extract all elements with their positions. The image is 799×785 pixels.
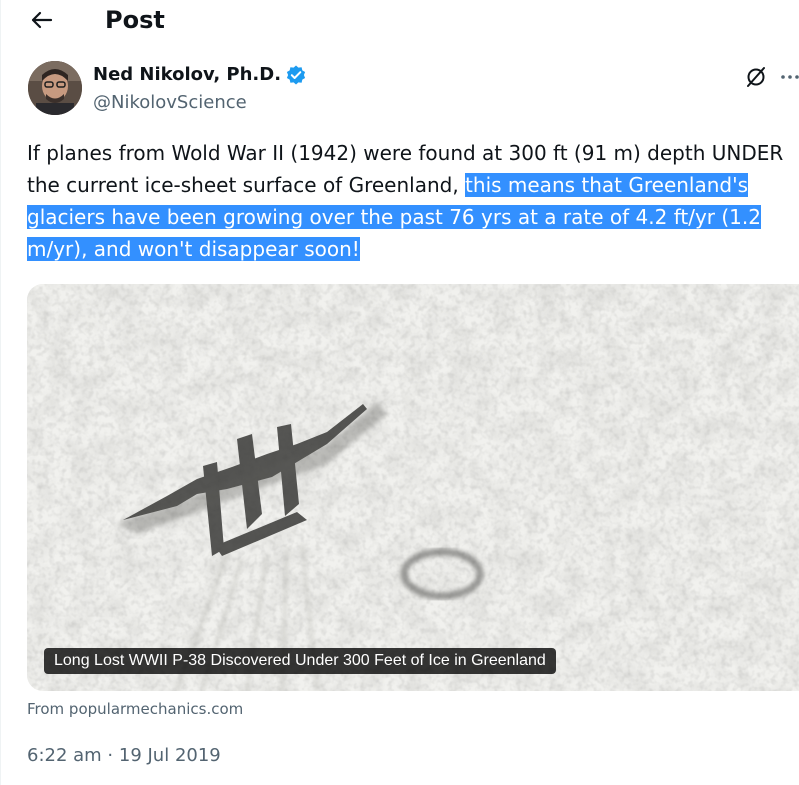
post-timestamp[interactable]: 6:22 am · 19 Jul 2019: [27, 743, 221, 769]
media-card[interactable]: Long Lost WWII P-38 Discovered Under 300…: [27, 284, 799, 691]
link-source[interactable]: From popularmechanics.com: [27, 699, 243, 719]
grok-icon[interactable]: [743, 64, 769, 90]
page-title: Post: [105, 6, 165, 34]
post-header: Post: [0, 0, 799, 44]
tweet-text: If planes from Wold War II (1942) were f…: [27, 137, 799, 265]
author-handle[interactable]: @NikolovScience: [93, 91, 247, 115]
media-caption: Long Lost WWII P-38 Discovered Under 300…: [44, 648, 556, 674]
verified-badge-icon[interactable]: [285, 64, 307, 86]
author-name[interactable]: Ned Nikolov, Ph.D.: [93, 63, 307, 87]
back-arrow-icon[interactable]: [26, 4, 58, 36]
author-name-text: Ned Nikolov, Ph.D.: [93, 64, 282, 85]
more-dots-icon[interactable]: [779, 64, 799, 90]
post-page: Post Ned Nikolov, Ph.D. @NikolovScience: [0, 0, 799, 785]
snowfield-plane-photo: [27, 284, 799, 691]
avatar[interactable]: [28, 61, 82, 115]
column-divider: [0, 0, 1, 785]
